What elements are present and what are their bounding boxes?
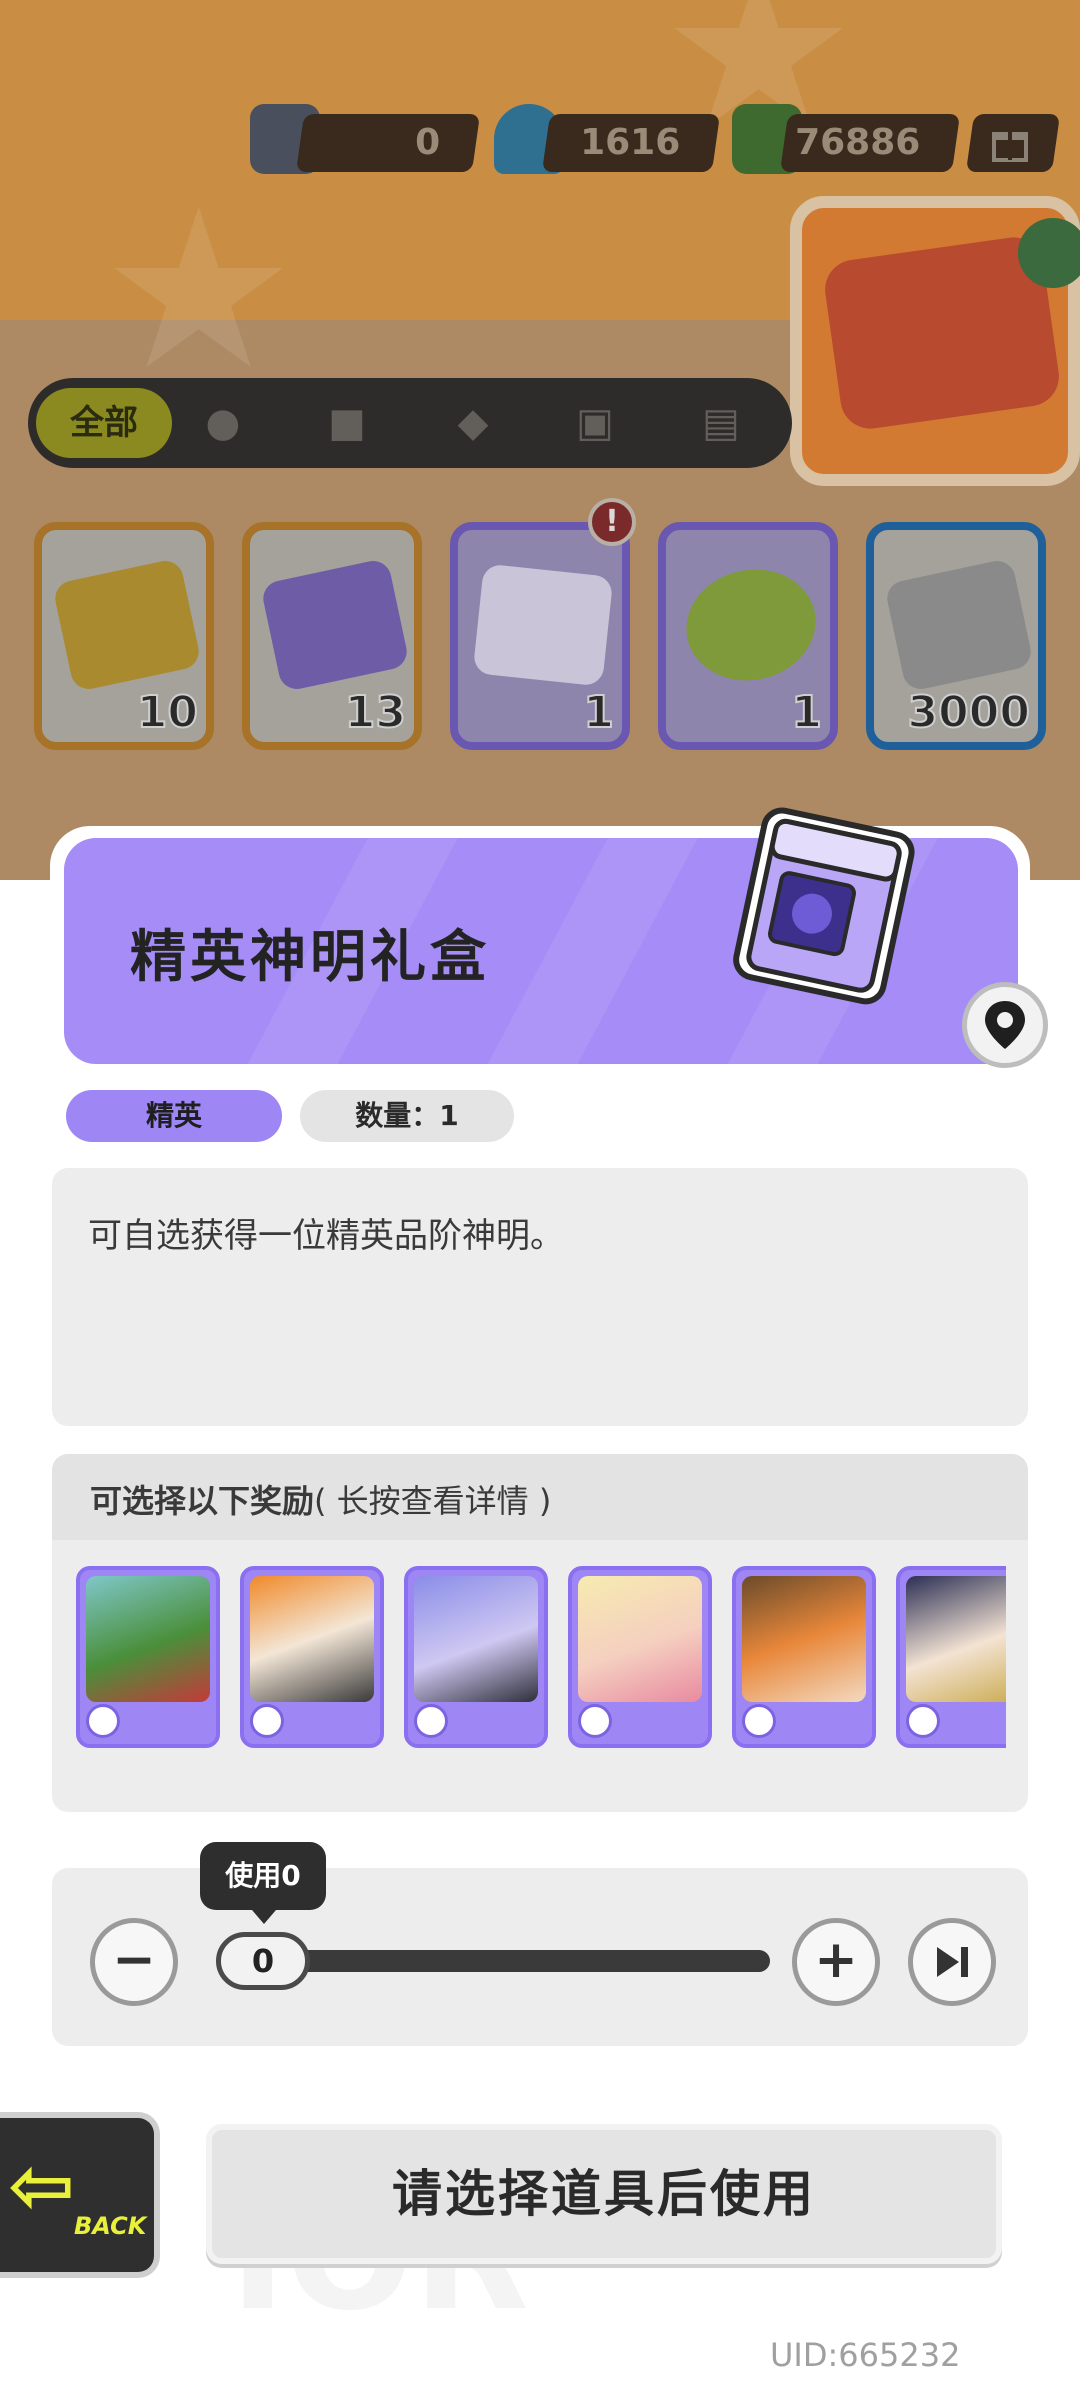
box-icon[interactable]: ■ — [322, 398, 372, 448]
currency-diamond: 1616 — [541, 114, 721, 172]
filter-all-tab[interactable]: 全部 — [36, 388, 172, 458]
reward-portrait[interactable] — [896, 1566, 1006, 1748]
alert-badge-icon: ! — [588, 498, 636, 546]
item-description: 可自选获得一位精英品阶神明。 — [88, 1216, 564, 1256]
character-avatar — [250, 1576, 374, 1702]
use-count-tooltip: 使用0 — [200, 1842, 326, 1924]
item-card[interactable]: 10 — [34, 522, 214, 750]
decrease-button[interactable]: − — [90, 1918, 178, 2006]
reward-portrait[interactable] — [76, 1566, 220, 1748]
role-badge-icon — [414, 1704, 448, 1738]
item-count: 10 — [136, 686, 199, 739]
increase-button[interactable]: + — [792, 1918, 880, 2006]
person-icon[interactable]: ● — [198, 398, 248, 448]
reward-portrait-list[interactable] — [76, 1566, 1006, 1750]
paint-tube-icon — [883, 557, 1035, 693]
back-label: BACK — [74, 2212, 147, 2240]
reward-portrait[interactable] — [240, 1566, 384, 1748]
item-card-selected[interactable]: 1 — [450, 522, 630, 750]
role-badge-icon — [578, 1704, 612, 1738]
character-avatar — [86, 1576, 210, 1702]
character-avatar — [742, 1576, 866, 1702]
reward-portrait[interactable] — [732, 1566, 876, 1748]
role-badge-icon — [742, 1704, 776, 1738]
gift-box-icon — [472, 563, 614, 687]
currency-cash: 76886 — [779, 114, 961, 172]
reward-portrait[interactable] — [568, 1566, 712, 1748]
user-id: UID:665232 — [770, 2336, 961, 2374]
background-star-icon: ★ — [100, 162, 298, 418]
max-button[interactable] — [908, 1918, 996, 2006]
character-avatar — [578, 1576, 702, 1702]
role-badge-icon — [906, 1704, 940, 1738]
item-count: 3000 — [907, 686, 1031, 739]
back-arrow-icon: ⇦ — [8, 2139, 76, 2232]
reward-hint: ( 长按查看详情 ) — [314, 1482, 552, 1520]
item-count: 13 — [344, 686, 407, 739]
featured-world-pack[interactable] — [790, 196, 1080, 486]
quantity-badge: 数量：1 — [300, 1090, 514, 1142]
character-avatar — [906, 1576, 1006, 1702]
gift-icon — [992, 132, 1028, 162]
plane-badge-icon — [1018, 218, 1080, 288]
use-item-button[interactable]: 请选择道具后使用 — [206, 2124, 1002, 2264]
rarity-badge: 精英 — [66, 1090, 282, 1142]
dice-icon[interactable]: ▣ — [570, 398, 620, 448]
reward-title: 可选择以下奖励( 长按查看详情 ) — [90, 1476, 551, 1522]
role-badge-icon — [250, 1704, 284, 1738]
location-button[interactable] — [962, 982, 1048, 1068]
cup-icon — [675, 557, 827, 693]
ticket-icon — [259, 557, 411, 693]
gift-shop-button[interactable] — [965, 114, 1061, 172]
item-title: 精英神明礼盒 — [130, 925, 490, 990]
gift-box-icon — [733, 807, 915, 1005]
card-icon[interactable]: ◆ — [448, 398, 498, 448]
description-box — [52, 1168, 1028, 1426]
item-count: 1 — [582, 686, 615, 739]
quantity-slider-track[interactable] — [250, 1950, 770, 1972]
location-pin-icon — [985, 1001, 1025, 1049]
item-card[interactable]: 3000 — [866, 522, 1046, 750]
reward-title-text: 可选择以下奖励 — [90, 1482, 315, 1520]
book-icon[interactable]: ▤ — [696, 398, 746, 448]
character-avatar — [414, 1576, 538, 1702]
item-count: 1 — [790, 686, 823, 739]
reward-portrait[interactable] — [404, 1566, 548, 1748]
item-card[interactable]: 1 — [658, 522, 838, 750]
currency-spray: 0 — [295, 114, 481, 172]
role-badge-icon — [86, 1704, 120, 1738]
ticket-icon — [51, 557, 203, 693]
item-card[interactable]: 13 — [242, 522, 422, 750]
quantity-slider-handle[interactable]: 0 — [216, 1932, 310, 1990]
skip-to-max-icon — [937, 1947, 968, 1977]
